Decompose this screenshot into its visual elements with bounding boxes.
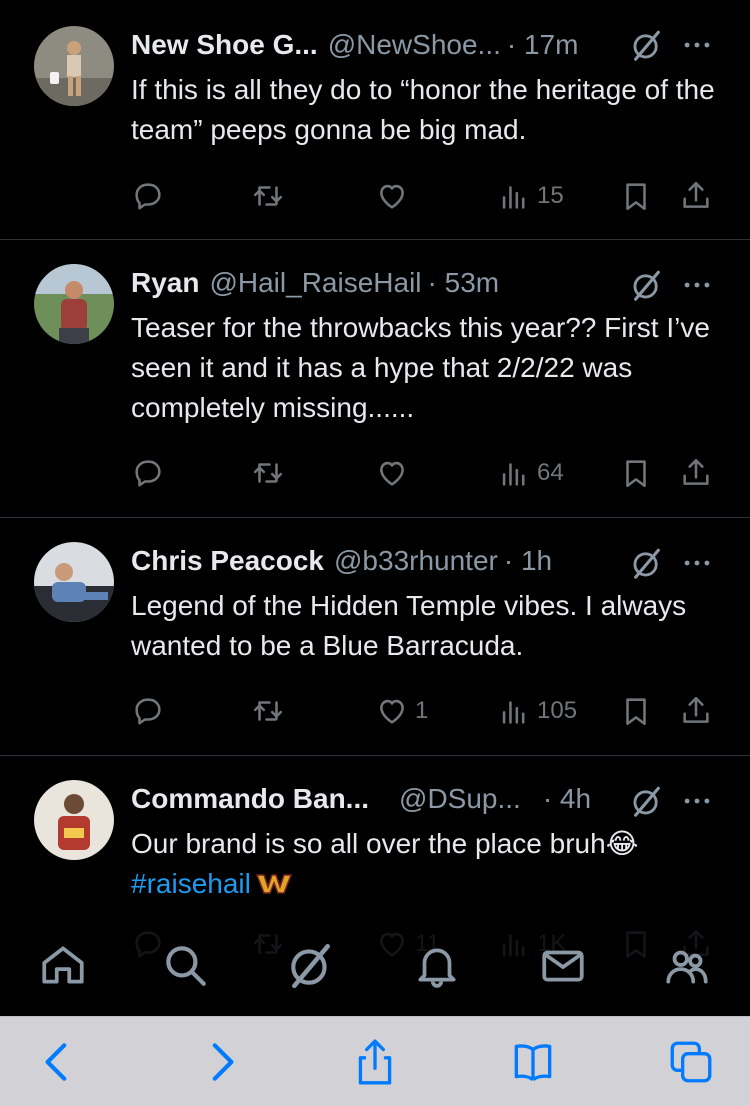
retweet-icon (251, 179, 285, 213)
tabs-icon[interactable] (666, 1037, 716, 1087)
avatar[interactable] (34, 542, 114, 622)
views-icon (497, 694, 531, 728)
share-icon (679, 694, 713, 728)
author-handle[interactable]: @Hail_RaiseHail (209, 267, 421, 299)
retweet-icon (251, 694, 285, 728)
like-button[interactable]: 1 (375, 691, 428, 731)
grok-icon[interactable] (286, 940, 336, 990)
communities-icon[interactable] (662, 940, 712, 990)
search-icon[interactable] (160, 940, 210, 990)
grok-icon[interactable] (630, 268, 664, 302)
bottom-nav (0, 910, 750, 1016)
retweet-icon (251, 456, 285, 490)
grok-icon[interactable] (630, 784, 664, 818)
like-button[interactable] (375, 453, 415, 493)
author-name[interactable]: Chris Peacock (131, 545, 324, 577)
bookmark-button[interactable] (619, 691, 653, 731)
tweet-time[interactable]: · 1h (504, 545, 552, 577)
heart-icon (375, 456, 409, 490)
tweet-body: Teaser for the throwbacks this year?? Fi… (131, 312, 710, 423)
avatar[interactable] (34, 26, 114, 106)
bookmark-icon (619, 694, 653, 728)
tweet[interactable]: New Shoe G... @NewShoe... · 17m If this … (0, 0, 750, 240)
like-button[interactable] (375, 176, 415, 216)
share-button[interactable] (679, 453, 713, 493)
reply-button[interactable] (131, 176, 171, 216)
bookmark-button[interactable] (619, 453, 653, 493)
team-logo-icon (255, 874, 292, 894)
tweet-text: If this is all they do to “honor the her… (131, 70, 720, 150)
more-icon[interactable] (680, 784, 714, 818)
grok-icon[interactable] (630, 546, 664, 580)
notifications-icon[interactable] (412, 940, 462, 990)
bookmarks-icon[interactable] (508, 1037, 558, 1087)
tweet-actions: 15 (131, 176, 721, 216)
heart-icon (375, 179, 409, 213)
tweet-body: Legend of the Hidden Temple vibes. I alw… (131, 590, 687, 661)
avatar[interactable] (34, 264, 114, 344)
views-button[interactable]: 64 (497, 453, 564, 493)
hashtag-link[interactable]: #raisehail (131, 864, 251, 904)
tweet-time[interactable]: · 53m (428, 267, 500, 299)
tweet-time[interactable]: · 17m (507, 29, 579, 61)
tweet-text: Our brand is so all over the place bruh😂… (131, 824, 720, 904)
share-icon[interactable] (350, 1037, 400, 1087)
tweet-actions: 64 (131, 453, 721, 493)
reply-button[interactable] (131, 691, 171, 731)
tweet-time[interactable]: · 4h (543, 783, 591, 815)
retweet-button[interactable] (251, 691, 291, 731)
tweet-actions: 1 105 (131, 691, 721, 731)
bookmark-icon (619, 456, 653, 490)
views-button[interactable]: 105 (497, 691, 577, 731)
reply-button[interactable] (131, 453, 171, 493)
more-icon[interactable] (680, 546, 714, 580)
reply-icon (131, 456, 165, 490)
author-name[interactable]: New Shoe G... (131, 29, 318, 61)
views-icon (497, 456, 531, 490)
more-icon[interactable] (680, 28, 714, 62)
messages-icon[interactable] (538, 940, 588, 990)
bookmark-button[interactable] (619, 176, 653, 216)
more-icon[interactable] (680, 268, 714, 302)
retweet-button[interactable] (251, 453, 291, 493)
retweet-button[interactable] (251, 176, 291, 216)
tweet[interactable]: Ryan @Hail_RaiseHail · 53m Teaser for th… (0, 240, 750, 518)
home-icon[interactable] (38, 940, 88, 990)
reply-icon (131, 694, 165, 728)
bookmark-icon (619, 179, 653, 213)
avatar[interactable] (34, 780, 114, 860)
forward-icon[interactable] (196, 1037, 246, 1087)
share-icon (679, 456, 713, 490)
reply-icon (131, 179, 165, 213)
author-name[interactable]: Ryan (131, 267, 199, 299)
tweet[interactable]: Chris Peacock @b33rhunter · 1h Legend of… (0, 518, 750, 756)
author-handle[interactable]: @NewShoe... (328, 29, 501, 61)
tweet-body: If this is all they do to “honor the her… (131, 74, 715, 145)
share-button[interactable] (679, 176, 713, 216)
share-button[interactable] (679, 691, 713, 731)
grok-icon[interactable] (630, 28, 664, 62)
views-icon (497, 179, 531, 213)
timeline-feed: New Shoe G... @NewShoe... · 17m If this … (0, 0, 750, 1016)
views-count: 64 (537, 459, 564, 486)
tweet-text: Legend of the Hidden Temple vibes. I alw… (131, 586, 720, 666)
author-handle[interactable]: @b33rhunter (334, 545, 498, 577)
views-button[interactable]: 15 (497, 176, 564, 216)
back-icon[interactable] (33, 1037, 83, 1087)
views-count: 15 (537, 182, 564, 209)
views-count: 105 (537, 697, 578, 724)
author-handle[interactable]: @DSup... (399, 783, 521, 815)
tweet-body: Our brand is so all over the place bruh😂 (131, 828, 639, 859)
share-icon (679, 179, 713, 213)
tweet-text: Teaser for the throwbacks this year?? Fi… (131, 308, 720, 428)
heart-icon (375, 694, 409, 728)
safari-toolbar (0, 1016, 750, 1106)
like-count: 1 (415, 697, 429, 724)
author-name[interactable]: Commando Ban... (131, 783, 369, 815)
